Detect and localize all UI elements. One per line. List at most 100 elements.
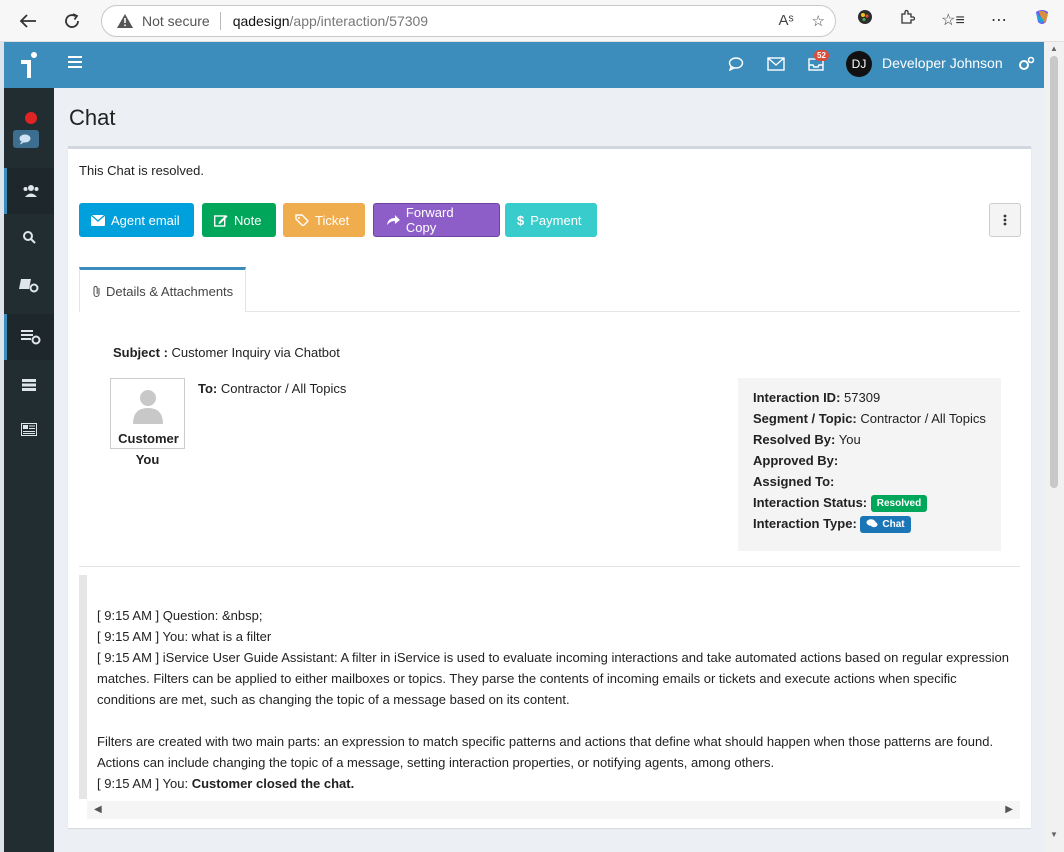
inbox-icon[interactable]: 52 — [806, 50, 829, 74]
page-title: Chat — [69, 105, 116, 130]
payment-button[interactable]: $ Payment — [505, 203, 597, 237]
transcript-line: [ 9:15 AM ] iService User Guide Assistan… — [97, 650, 1009, 707]
info-type-label: Interaction Type: — [753, 516, 857, 531]
avatar[interactable]: DJ — [846, 51, 872, 77]
paperclip-icon — [93, 285, 100, 297]
scroll-left-icon[interactable]: ◀ — [94, 804, 102, 815]
contact-card[interactable]: Customer — [110, 378, 185, 449]
info-type: Interaction Type: Chat — [753, 513, 986, 534]
transcript-line: [ 9:15 AM ] You: what is a filter — [97, 629, 272, 644]
favorites-icon[interactable]: ☆≡ — [941, 10, 965, 30]
vertical-scrollbar[interactable]: ▲ ▼ — [1044, 42, 1064, 852]
browser-toolbar: Not secure qadesign/app/interaction/5730… — [0, 0, 1064, 42]
info-status: Interaction Status: Resolved — [753, 492, 986, 513]
vertical-dots-icon — [1003, 214, 1007, 226]
info-assigned: Assigned To: — [753, 471, 986, 492]
sidebar-item-contacts[interactable] — [4, 168, 54, 214]
newspaper-icon — [21, 422, 37, 436]
reload-icon[interactable] — [58, 7, 86, 35]
copilot-icon[interactable] — [1033, 8, 1051, 31]
scrollbar-thumb[interactable] — [1050, 56, 1058, 488]
to-line: To: Contractor / All Topics — [198, 381, 346, 396]
chat-status-icon[interactable] — [13, 130, 39, 148]
user-name[interactable]: Developer Johnson — [882, 55, 1003, 71]
section-divider — [79, 566, 1020, 567]
interaction-card: This Chat is resolved. Agent email Note … — [68, 146, 1031, 828]
info-resolved: Resolved By: You — [753, 429, 986, 450]
app-logo[interactable] — [4, 42, 54, 88]
transcript-closed: Customer closed the chat. — [191, 776, 355, 791]
info-segment-value: Contractor / All Topics — [860, 411, 986, 426]
main-content: Chat This Chat is resolved. Agent email … — [54, 88, 1044, 852]
app-header: 52 DJ Developer Johnson — [54, 42, 1044, 88]
read-aloud-icon[interactable]: Aˢ — [778, 12, 793, 30]
info-segment: Segment / Topic: Contractor / All Topics — [753, 408, 986, 429]
info-assigned-label: Assigned To: — [753, 474, 835, 489]
note-label: Note — [234, 212, 262, 228]
info-id-value: 57309 — [844, 390, 881, 405]
edit-icon — [214, 214, 228, 227]
scroll-right-icon[interactable]: ▶ — [1005, 804, 1013, 815]
ticket-button[interactable]: Ticket — [283, 203, 365, 237]
info-id-label: Interaction ID: — [753, 390, 841, 405]
note-button[interactable]: Note — [202, 203, 276, 237]
agent-email-label: Agent email — [111, 212, 180, 228]
sidebar-item-news[interactable] — [4, 406, 54, 452]
share-icon — [386, 215, 400, 225]
tab-details-attachments[interactable]: Details & Attachments — [79, 267, 246, 312]
chat-bubble-icon[interactable] — [726, 54, 746, 74]
tag-icon — [295, 214, 309, 226]
chat-transcript: [ 9:15 AM ] Question: &nbsp; [ 9:15 AM ]… — [79, 575, 1020, 799]
scroll-down-icon[interactable]: ▼ — [1050, 830, 1058, 839]
url-path: /app/interaction/57309 — [289, 13, 429, 29]
sidebar-item-search[interactable] — [4, 214, 54, 260]
url-host: qadesign — [232, 13, 290, 29]
tools-icon — [19, 279, 39, 293]
extension-palette-icon[interactable] — [857, 9, 873, 30]
contact-name: Customer — [118, 431, 179, 446]
forward-copy-label: Forward Copy — [405, 205, 454, 235]
info-resolved-label: Resolved By: — [753, 432, 836, 447]
type-badge-label: Chat — [882, 519, 905, 531]
person-icon — [133, 390, 163, 424]
status-dot-icon[interactable] — [25, 112, 37, 124]
back-arrow-icon[interactable] — [14, 7, 42, 35]
info-segment-label: Segment / Topic: — [753, 411, 857, 426]
info-id: Interaction ID: 57309 — [753, 387, 986, 408]
payment-label: Payment — [530, 212, 582, 228]
subject-line: Subject : Customer Inquiry via Chatbot — [113, 345, 340, 360]
info-approved: Approved By: — [753, 450, 986, 471]
hamburger-icon[interactable] — [68, 56, 82, 68]
subject-label: Subject : — [113, 345, 168, 360]
address-bar[interactable]: Not secure qadesign/app/interaction/5730… — [101, 5, 836, 37]
contact-sub: You — [135, 452, 160, 467]
sidebar-item-queues[interactable] — [4, 314, 54, 360]
star-icon[interactable]: ☆ — [812, 12, 825, 30]
transcript-prefix: [ 9:15 AM ] You: — [97, 776, 192, 791]
scroll-up-icon[interactable]: ▲ — [1050, 44, 1058, 53]
more-options-button[interactable] — [989, 203, 1021, 237]
transcript-line: [ 9:15 AM ] You: Customer closed the cha… — [97, 773, 1010, 794]
sidebar-item-list[interactable] — [4, 362, 54, 408]
subject-value: Customer Inquiry via Chatbot — [171, 345, 340, 360]
agent-email-button[interactable]: Agent email — [79, 203, 194, 237]
app-sidebar — [4, 42, 54, 852]
more-menu-icon[interactable]: ⋯ — [991, 10, 1007, 30]
envelope-icon[interactable] — [766, 54, 786, 74]
type-badge: Chat — [860, 516, 911, 534]
users-icon — [23, 185, 38, 197]
status-badge: Resolved — [870, 495, 928, 513]
horizontal-scrollbar[interactable]: ◀ ▶ — [87, 801, 1020, 819]
transcript-line: [ 9:15 AM ] Question: &nbsp; — [97, 608, 263, 623]
gears-icon[interactable] — [1016, 54, 1036, 74]
ticket-label: Ticket — [315, 212, 350, 228]
extensions-icon[interactable] — [899, 9, 916, 30]
info-approved-label: Approved By: — [753, 453, 839, 468]
address-separator — [219, 12, 221, 30]
search-icon — [23, 231, 36, 244]
sidebar-item-tools[interactable] — [4, 262, 54, 308]
dollar-icon: $ — [517, 212, 525, 228]
envelope-icon — [91, 214, 105, 226]
forward-copy-button[interactable]: Forward Copy — [373, 203, 500, 237]
comments-icon — [866, 519, 878, 528]
